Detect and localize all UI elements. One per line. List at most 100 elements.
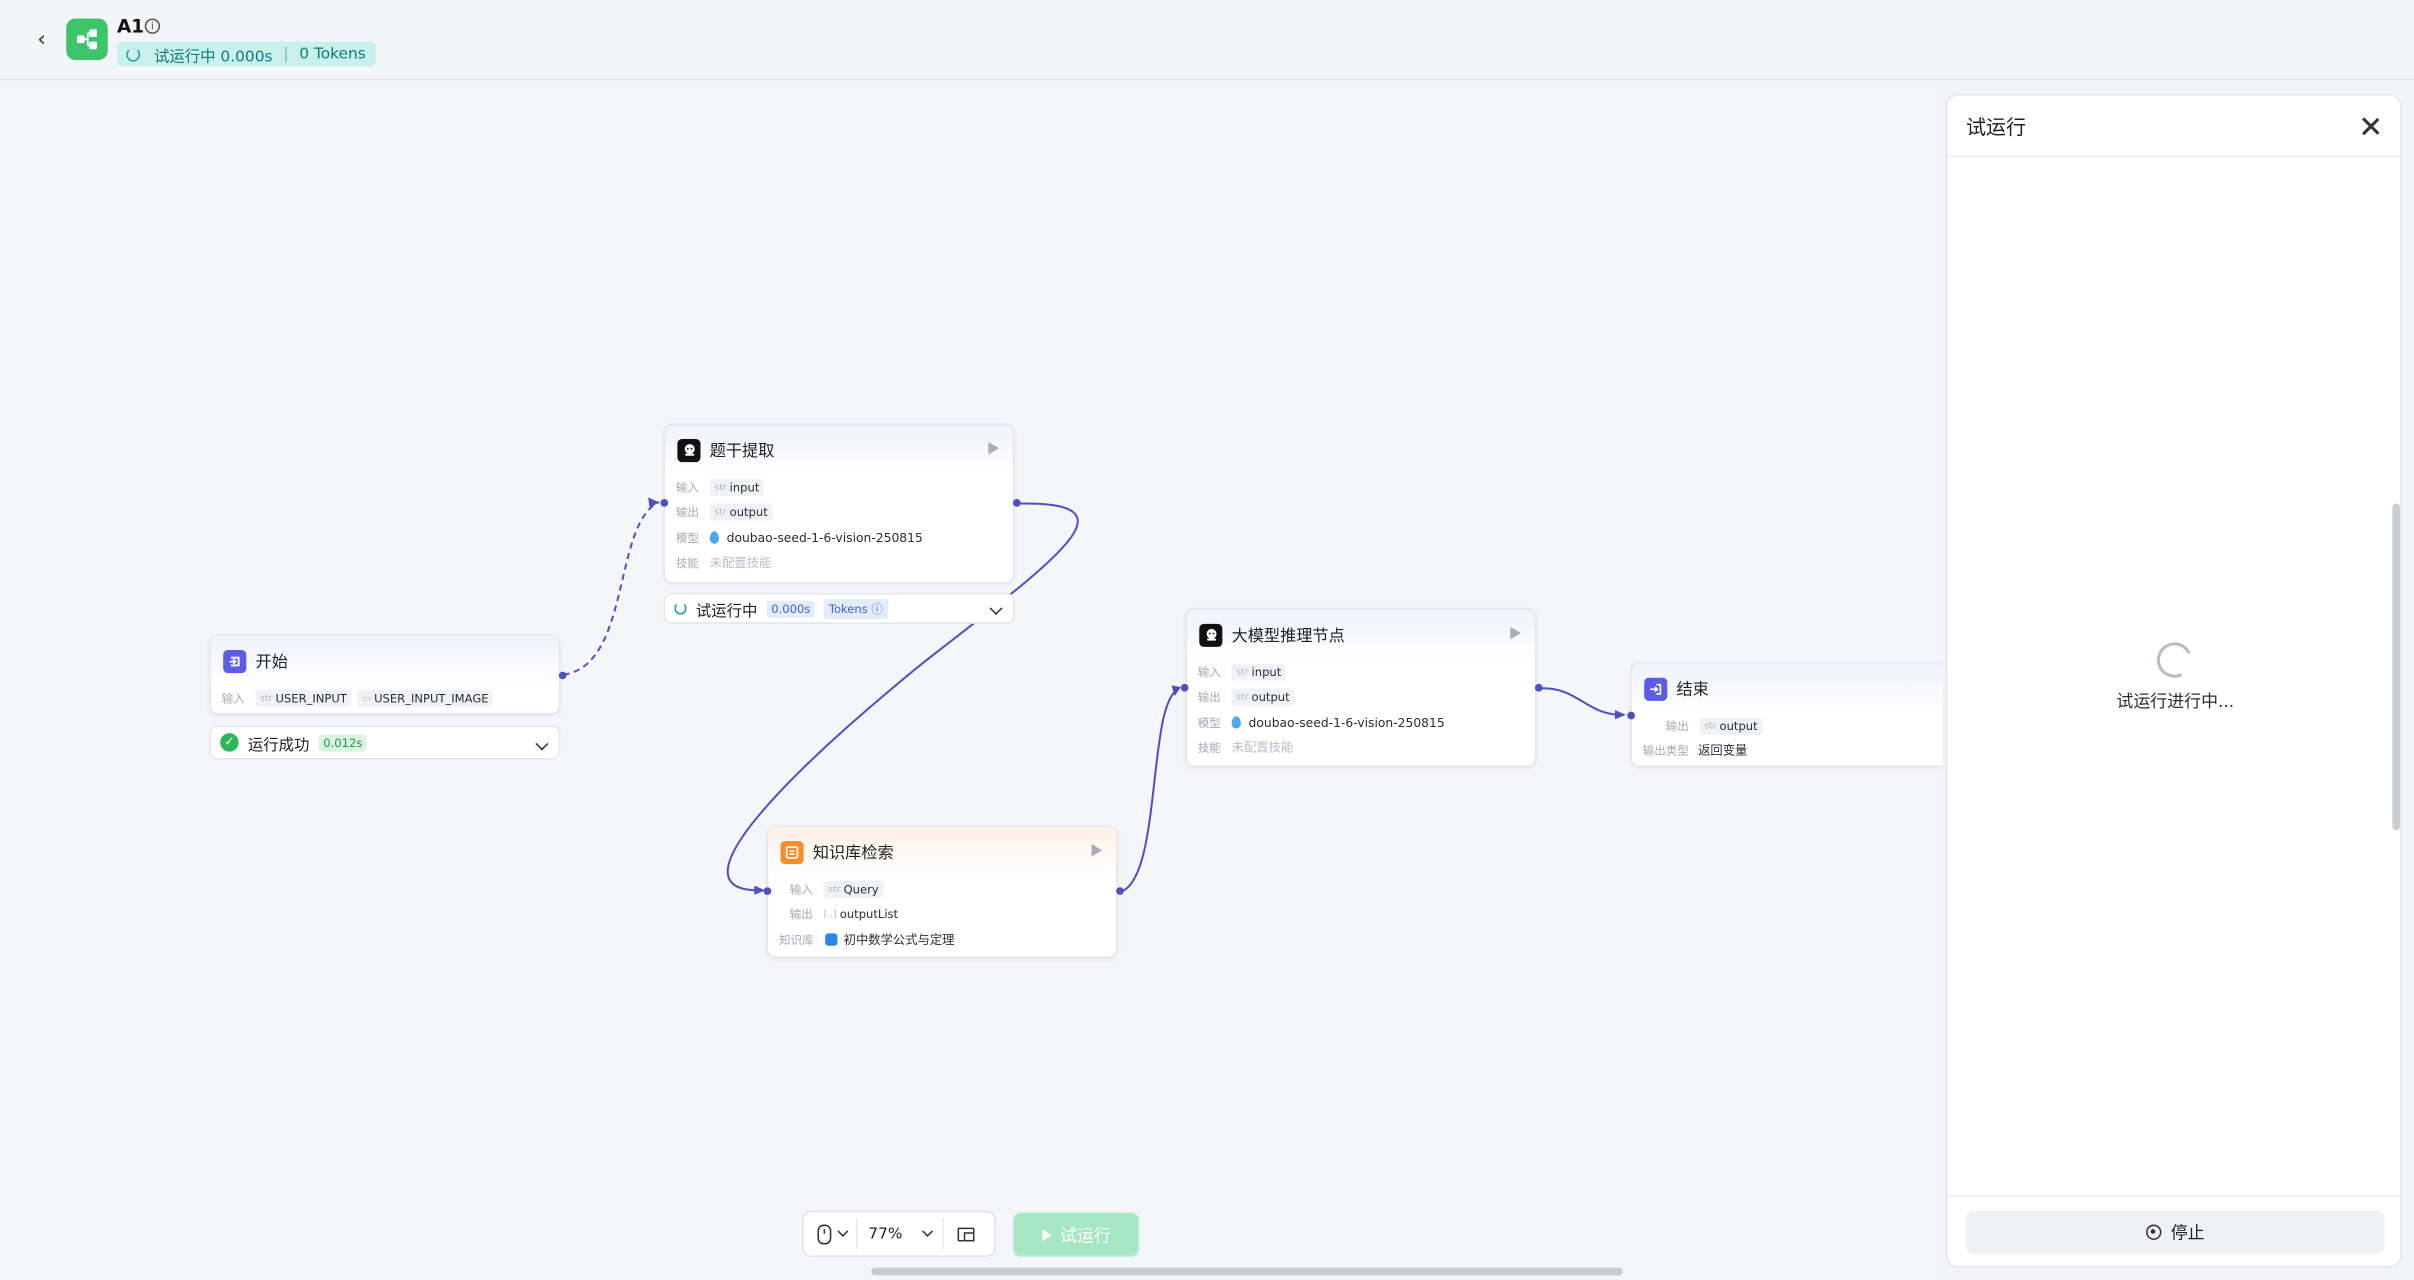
test-run-panel: 试运行 试运行进行中... 停止	[1945, 93, 2404, 1268]
output-type-value: 返回变量	[1698, 744, 1748, 759]
row-label: 知识库	[778, 933, 814, 947]
model-name: doubao-seed-1-6-vision-250815	[726, 531, 923, 545]
edge-start-to-extract	[563, 501, 660, 676]
input-row: 输入 str input	[1187, 659, 1535, 684]
input-row: 输入 str input	[665, 474, 1013, 499]
node-llm-inference[interactable]: 大模型推理节点 输入 str input 输出 str output 模型 doub…	[1185, 608, 1537, 768]
canvas-toolbar: 77%	[802, 1210, 997, 1257]
panel-scrollbar[interactable]	[2392, 503, 2401, 831]
skill-value: 未配置技能	[709, 556, 772, 571]
input-port[interactable]	[763, 887, 772, 895]
row-label: 输出类型	[1642, 744, 1689, 759]
panel-header: 试运行	[1947, 95, 2401, 158]
loading-text: 试运行进行中...	[2116, 691, 2235, 712]
node-title: 题干提取	[709, 441, 775, 460]
chevron-down-icon	[922, 1226, 934, 1237]
check-circle-icon: ✓	[220, 733, 239, 752]
input-row: 输入 str USER_INPUT ▭ USER_INPUT_IMAGE	[211, 685, 559, 710]
knowledge-base-icon	[780, 840, 804, 864]
output-port[interactable]	[1116, 887, 1124, 895]
array-type-icon: [..]	[823, 909, 837, 920]
minimap-icon[interactable]	[957, 1226, 975, 1241]
output-row: 输出 str output	[665, 500, 1013, 525]
time-badge: 0.000s	[766, 599, 815, 617]
variable-tag: [..] outputList	[823, 907, 899, 922]
model-row: 模型 doubao-seed-1-6-vision-250815	[1187, 710, 1535, 735]
row-label: 输出	[789, 907, 813, 922]
model-icon	[709, 531, 719, 545]
variable-tag: str input	[709, 478, 764, 496]
skill-value: 未配置技能	[1231, 741, 1294, 756]
close-icon[interactable]	[2360, 116, 2382, 138]
row-label: 模型	[1197, 715, 1221, 730]
node-header: 开始	[210, 636, 559, 686]
string-type-icon: str	[260, 692, 273, 704]
test-run-button[interactable]: 试运行	[1012, 1212, 1140, 1257]
output-port[interactable]	[558, 671, 567, 680]
loading-spinner-icon	[674, 602, 687, 615]
output-row: 输出 str output	[1187, 685, 1535, 710]
chevron-down-icon[interactable]	[535, 737, 549, 751]
edge-arrow-icon	[648, 497, 659, 509]
status-text: 试运行中	[695, 603, 758, 620]
output-port[interactable]	[1534, 683, 1543, 692]
string-type-icon: str	[714, 481, 727, 493]
zoom-select[interactable]: 77%	[855, 1218, 945, 1250]
input-port[interactable]	[660, 499, 669, 507]
mouse-mode-icon[interactable]	[817, 1223, 832, 1244]
node-header: 知识库检索	[768, 827, 1117, 877]
kb-row: 知识库 初中数学公式与定理	[768, 927, 1116, 952]
play-icon[interactable]	[1091, 844, 1103, 857]
skill-row: 技能 未配置技能	[665, 551, 1013, 576]
model-icon	[1231, 716, 1241, 729]
stop-button[interactable]: 停止	[1965, 1210, 2385, 1254]
input-port[interactable]	[1627, 711, 1635, 720]
output-port[interactable]	[1012, 499, 1021, 507]
dataset-icon	[825, 933, 838, 947]
node-status-bar[interactable]: 试运行中 0.000s Tokens ⓘ	[663, 593, 1015, 624]
edge-arrow-icon	[1614, 710, 1626, 720]
node-title: 结束	[1676, 680, 1709, 699]
variable-tag: str Query	[823, 880, 884, 898]
row-label: 输出	[1665, 718, 1689, 733]
edge-kb-to-llm	[1120, 687, 1180, 893]
node-start[interactable]: 开始 输入 str USER_INPUT ▭ USER_INPUT_IMAGE	[209, 634, 561, 715]
node-knowledge-search[interactable]: 知识库检索 输入 str Query 输出 [..] outputList 知识库 …	[766, 825, 1118, 959]
row-label: 输入	[789, 882, 813, 897]
chevron-down-icon[interactable]	[989, 601, 1003, 615]
node-end[interactable]: 结束 输出 str output 输出类型 返回变量	[1630, 662, 1943, 768]
row-label: 模型	[675, 531, 699, 545]
string-type-icon: str	[1236, 666, 1249, 678]
play-icon[interactable]	[988, 442, 1000, 455]
edge-llm-to-end	[1537, 687, 1625, 716]
node-extract[interactable]: 题干提取 输入 str input 输出 str output 模型 doubao-…	[663, 423, 1015, 584]
chevron-down-icon[interactable]	[837, 1226, 849, 1237]
node-title: 知识库检索	[812, 843, 894, 862]
horizontal-scrollbar[interactable]	[871, 1267, 1623, 1276]
zoom-value: 77%	[868, 1225, 903, 1243]
input-row: 输入 str Query	[768, 876, 1116, 901]
node-title: 大模型推理节点	[1231, 626, 1345, 645]
row-label: 输出	[1197, 690, 1221, 705]
stop-label: 停止	[2170, 1222, 2205, 1244]
string-type-icon: str	[1704, 720, 1717, 732]
string-type-icon: str	[828, 883, 841, 895]
time-badge: 0.012s	[318, 733, 368, 751]
variable-tag: str USER_INPUT	[255, 689, 352, 707]
variable-tag: str output	[1231, 688, 1295, 706]
variable-tag: ▭ USER_INPUT_IMAGE	[357, 689, 494, 707]
stop-icon	[2146, 1224, 2162, 1240]
llm-bot-icon	[1199, 623, 1223, 647]
status-text: 运行成功	[247, 737, 310, 754]
llm-bot-icon	[677, 438, 701, 462]
node-header: 结束	[1631, 663, 1943, 714]
node-status-bar[interactable]: ✓ 运行成功 0.012s	[209, 725, 561, 760]
output-type-row: 输出类型 返回变量	[1632, 739, 1943, 764]
input-port[interactable]	[1180, 683, 1189, 692]
node-header: 大模型推理节点	[1186, 609, 1535, 660]
tokens-badge: Tokens ⓘ	[824, 598, 888, 619]
string-type-icon: str	[1236, 691, 1249, 703]
string-type-icon: str	[714, 507, 727, 518]
play-icon[interactable]	[1510, 626, 1522, 640]
variable-tag: str input	[1231, 663, 1286, 681]
